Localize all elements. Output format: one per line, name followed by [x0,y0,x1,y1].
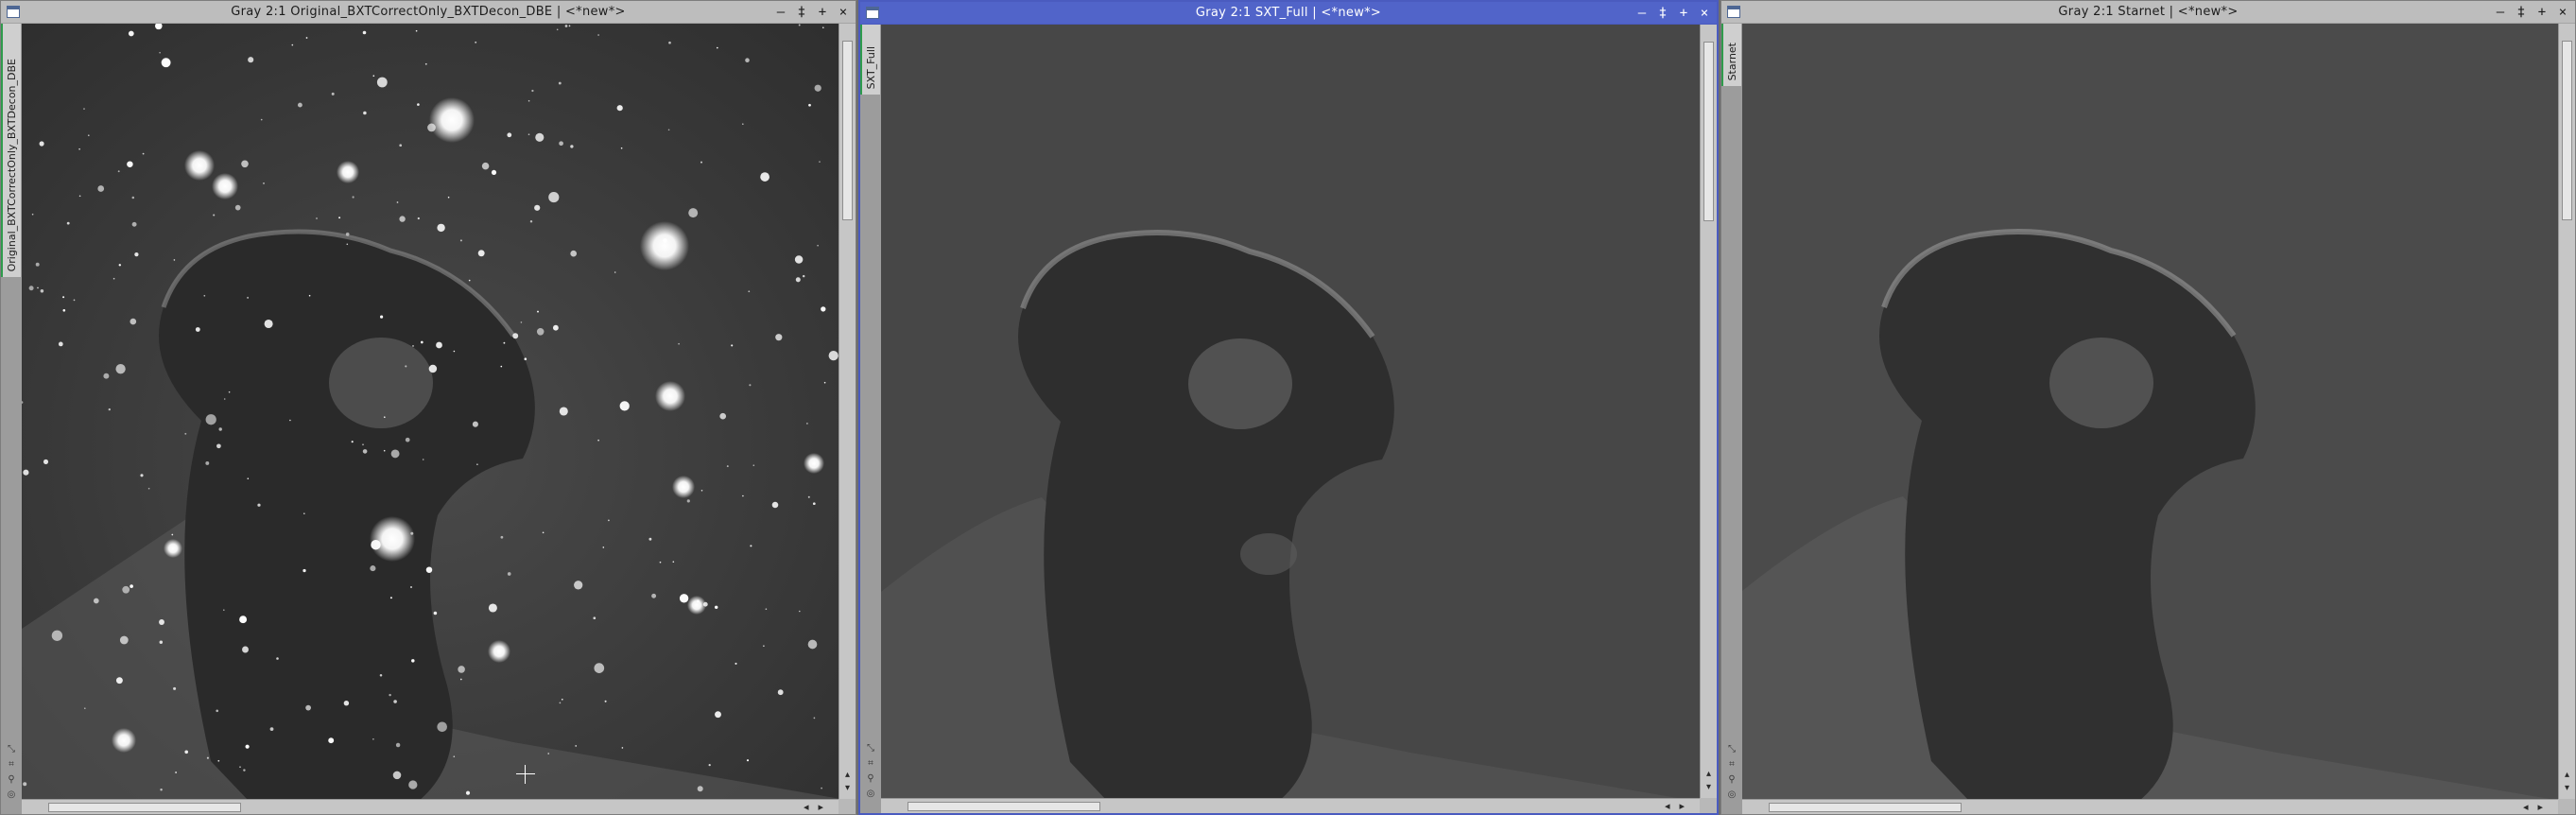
window-title: Gray 2:1 Original_BXTCorrectOnly_BXTDeco… [231,5,626,19]
scroll-left-icon[interactable]: ◂ [2523,801,2538,813]
view-tab[interactable]: Starnet [1721,24,1742,86]
lock-icon[interactable]: ◎ [6,789,17,801]
view-tab-label: SXT_Full [865,45,877,89]
scroll-up-icon[interactable]: ▴ [2559,769,2575,782]
shade-button[interactable]: ‡ [2513,4,2530,21]
crosshair-cursor [516,765,535,784]
image-viewport[interactable] [881,25,1700,798]
view-tab-label: Starnet [1726,42,1738,80]
scroll-down-icon[interactable]: ▾ [1701,781,1717,794]
scroll-right-icon[interactable]: ▸ [818,801,833,813]
image-window-original[interactable]: Gray 2:1 Original_BXTCorrectOnly_BXTDeco… [0,0,856,815]
image-viewport[interactable] [22,24,838,799]
vertical-scroll-thumb[interactable] [842,41,853,220]
minimize-button[interactable]: – [2492,4,2509,21]
resize-corner[interactable] [2558,799,2575,814]
scroll-up-icon[interactable]: ▴ [839,769,856,782]
starless-nebula-image [881,25,1700,798]
vertical-scroll-thumb[interactable] [1703,42,1714,221]
horizontal-scrollbar[interactable]: ◂▸ [22,799,838,814]
view-tab[interactable]: SXT_Full [860,25,881,95]
resize-corner[interactable] [1700,798,1717,813]
zoom-icon[interactable]: ⚲ [1726,774,1738,786]
view-tab[interactable]: Original_BXTCorrectOnly_BXTDecon_DBE [1,24,22,277]
scroll-down-icon[interactable]: ▾ [839,782,856,795]
shade-button[interactable]: ‡ [1654,5,1671,22]
starless-nebula-image [1742,24,2558,799]
vertical-scrollbar[interactable]: ▴ ▾ [838,24,856,799]
close-button[interactable]: × [1696,5,1713,22]
image-window-sxt-full[interactable]: Gray 2:1 SXT_Full | <*new*> – ‡ + × SXT_… [858,0,1719,815]
close-button[interactable]: × [2554,4,2571,21]
maximize-button[interactable]: + [814,4,831,21]
zoom-icon[interactable]: ⚲ [865,773,876,785]
resize-corner[interactable] [838,799,856,814]
zoom-to-fit-icon[interactable]: ⤡ [6,744,17,755]
maximize-button[interactable]: + [2533,4,2550,21]
scroll-down-icon[interactable]: ▾ [2559,782,2575,795]
window-title: Gray 2:1 Starnet | <*new*> [2058,5,2239,19]
vertical-scrollbar[interactable]: ▴ ▾ [1700,25,1717,798]
horizontal-scroll-thumb[interactable] [48,803,241,812]
title-bar[interactable]: Gray 2:1 SXT_Full | <*new*> – ‡ + × [860,2,1717,25]
title-bar[interactable]: Gray 2:1 Starnet | <*new*> – ‡ + × [1721,1,2575,24]
zoom-to-fit-icon[interactable]: ⤡ [865,743,876,754]
view-tab-label: Original_BXTCorrectOnly_BXTDecon_DBE [6,58,18,271]
close-button[interactable]: × [835,4,852,21]
view-tools: ⤡ ⌗ ⚲ ◎ [860,743,881,800]
shade-button[interactable]: ‡ [793,4,810,21]
horizontal-scrollbar[interactable]: ◂▸ [1742,799,2558,814]
vertical-scrollbar[interactable]: ▴ ▾ [2558,24,2575,799]
image-viewport[interactable] [1742,24,2558,799]
title-bar[interactable]: Gray 2:1 Original_BXTCorrectOnly_BXTDeco… [1,1,856,24]
view-tools: ⤡ ⌗ ⚲ ◎ [1721,744,1742,801]
horizontal-scroll-thumb[interactable] [1769,803,1962,812]
horizontal-scrollbar[interactable]: ◂▸ [881,798,1700,813]
vertical-scroll-thumb[interactable] [2562,41,2572,220]
zoom-icon[interactable]: ⚲ [6,774,17,786]
lock-icon[interactable]: ◎ [1726,789,1738,801]
maximize-button[interactable]: + [1675,5,1692,22]
fit-view-icon[interactable]: ⌗ [1726,759,1738,771]
view-tools: ⤡ ⌗ ⚲ ◎ [1,744,22,801]
window-title: Gray 2:1 SXT_Full | <*new*> [1195,6,1382,20]
minimize-button[interactable]: – [772,4,789,21]
horizontal-scroll-thumb[interactable] [908,802,1100,811]
nebula-with-stars-image [22,24,838,799]
scroll-right-icon[interactable]: ▸ [2537,801,2552,813]
scroll-left-icon[interactable]: ◂ [804,801,819,813]
fit-view-icon[interactable]: ⌗ [6,759,17,771]
scroll-up-icon[interactable]: ▴ [1701,768,1717,781]
fit-view-icon[interactable]: ⌗ [865,758,876,770]
image-window-starnet[interactable]: Gray 2:1 Starnet | <*new*> – ‡ + × Starn… [1720,0,2576,815]
lock-icon[interactable]: ◎ [865,789,876,800]
scroll-left-icon[interactable]: ◂ [1665,800,1680,812]
zoom-to-fit-icon[interactable]: ⤡ [1726,744,1738,755]
scroll-right-icon[interactable]: ▸ [1679,800,1694,812]
minimize-button[interactable]: – [1634,5,1651,22]
